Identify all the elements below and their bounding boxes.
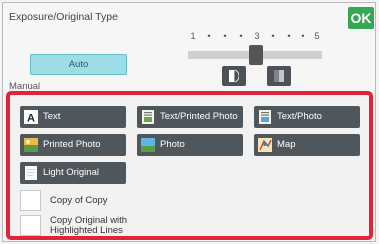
- scale-mark: •: [223, 31, 227, 41]
- text-printed-photo-icon: [142, 110, 154, 124]
- copy-of-copy-label: Copy of Copy: [50, 195, 108, 206]
- half-dark-left-icon: [229, 70, 239, 82]
- type-map-button[interactable]: Map: [254, 134, 360, 156]
- copy-highlighted-lines-label: Copy Original with Highlighted Lines: [50, 215, 128, 236]
- type-label: Text: [43, 111, 61, 122]
- scale-mark: •: [239, 31, 243, 41]
- type-label: Photo: [160, 139, 185, 150]
- type-label: Text/Photo: [277, 111, 322, 122]
- scale-mark: •: [301, 31, 305, 41]
- copy-of-copy-checkbox[interactable]: [20, 190, 41, 211]
- type-label: Light Original: [43, 167, 99, 178]
- exposure-decrease-button[interactable]: [222, 66, 246, 86]
- text-icon: A: [24, 110, 38, 124]
- scale-mark: 1: [190, 31, 196, 41]
- exposure-original-type-screen: Exposure/Original Type OK Auto Manual 1 …: [0, 0, 379, 244]
- scale-mark: •: [271, 31, 275, 41]
- auto-button[interactable]: Auto: [30, 54, 127, 75]
- exposure-increase-button[interactable]: [267, 66, 291, 86]
- scale-mark: •: [287, 31, 291, 41]
- photo-icon: [141, 138, 155, 152]
- map-icon: [258, 138, 272, 152]
- type-photo-button[interactable]: Photo: [137, 134, 243, 156]
- copy-highlighted-lines-checkbox[interactable]: [20, 215, 41, 236]
- type-label: Text/Printed Photo: [160, 111, 238, 122]
- exposure-slider-thumb[interactable]: [249, 45, 263, 65]
- half-dark-right-icon: [274, 70, 284, 82]
- scale-mark: 3: [254, 31, 260, 41]
- screen-title: Exposure/Original Type: [9, 11, 118, 23]
- type-printed-photo-button[interactable]: Printed Photo: [20, 134, 126, 156]
- exposure-scale: 1 • • • 3 • • • 5: [185, 31, 327, 43]
- printed-photo-icon: [24, 138, 38, 152]
- ok-button[interactable]: OK: [348, 7, 374, 29]
- type-text-printed-photo-button[interactable]: Text/Printed Photo: [137, 106, 243, 128]
- type-light-original-button[interactable]: Light Original: [20, 162, 126, 184]
- type-label: Printed Photo: [43, 139, 101, 150]
- svg-text:A: A: [27, 113, 35, 125]
- text-photo-icon: [259, 110, 271, 124]
- scale-mark: 5: [314, 31, 320, 41]
- type-label: Map: [277, 139, 296, 150]
- type-text-photo-button[interactable]: Text/Photo: [254, 106, 360, 128]
- light-original-icon: [25, 166, 37, 180]
- type-text-button[interactable]: A Text: [20, 106, 126, 128]
- scale-mark: •: [207, 31, 211, 41]
